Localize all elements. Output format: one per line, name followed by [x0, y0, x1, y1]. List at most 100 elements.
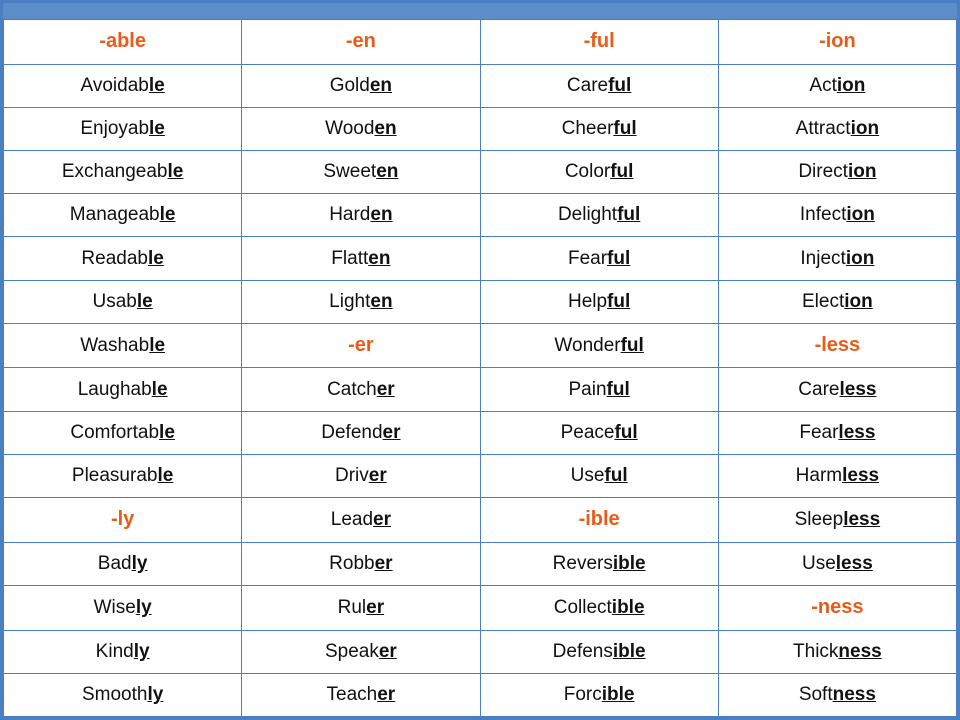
table-row: Enjoyable	[4, 107, 242, 150]
suffix-part: le	[159, 422, 175, 443]
table-row: Smoothly	[4, 673, 242, 716]
table-row: Softness	[718, 673, 956, 716]
table-row: Fearful	[480, 237, 718, 280]
table-row: Driver	[242, 454, 480, 497]
table-row: Sweeten	[242, 151, 480, 194]
suffix-part: er	[377, 379, 395, 400]
column-suffix-header: -en	[242, 20, 480, 65]
suffix-part: ful	[607, 248, 630, 269]
table-row: Robber	[242, 542, 480, 585]
table-row: Useless	[718, 542, 956, 585]
table-row: Defender	[242, 411, 480, 454]
table-row: Delightful	[480, 194, 718, 237]
suffix-part: en	[370, 75, 392, 96]
suffix-part: ible	[613, 641, 646, 662]
suffix-part: le	[149, 75, 165, 96]
suffix-part: ion	[844, 291, 873, 312]
suffix-part: ful	[621, 335, 644, 356]
table-row: Readable	[4, 237, 242, 280]
table-row: Collectible	[480, 585, 718, 630]
table-row: Leader	[242, 498, 480, 543]
suffix-part: ion	[846, 204, 875, 225]
header	[3, 3, 957, 19]
inline-suffix-header: -ness	[718, 585, 956, 630]
suffix-part: ful	[610, 161, 633, 182]
table-wrapper: -able-en-ful-ionAvoidableGoldenCarefulAc…	[3, 19, 957, 717]
suffix-part: er	[383, 422, 401, 443]
table-row: Flatten	[242, 237, 480, 280]
table-row: Kindly	[4, 630, 242, 673]
suffix-part: less	[838, 422, 875, 443]
table-row: Avoidable	[4, 64, 242, 107]
suffix-part: less	[842, 465, 879, 486]
suffix-part: le	[149, 335, 165, 356]
table-row: Defensible	[480, 630, 718, 673]
suffix-part: er	[379, 641, 397, 662]
suffix-part: er	[369, 465, 387, 486]
table-row: Reversible	[480, 542, 718, 585]
suffix-part: le	[137, 291, 153, 312]
table-row: Lighten	[242, 280, 480, 323]
suffix-part: le	[168, 161, 184, 182]
table-row: Usable	[4, 280, 242, 323]
inline-suffix-header: -ly	[4, 498, 242, 543]
table-row: Wooden	[242, 107, 480, 150]
table-row: Speaker	[242, 630, 480, 673]
suffix-part: ful	[604, 465, 627, 486]
suffix-part: en	[370, 204, 392, 225]
page-container: -able-en-ful-ionAvoidableGoldenCarefulAc…	[0, 0, 960, 720]
table-row: Direction	[718, 151, 956, 194]
suffix-part: en	[370, 291, 392, 312]
table-row: Attraction	[718, 107, 956, 150]
table-row: Golden	[242, 64, 480, 107]
table-row: Election	[718, 280, 956, 323]
suffix-part: less	[836, 553, 873, 574]
inline-suffix-header: -er	[242, 323, 480, 368]
inline-suffix-header: -less	[718, 323, 956, 368]
table-row: Wisely	[4, 585, 242, 630]
suffix-part: er	[373, 509, 391, 530]
table-row: Careful	[480, 64, 718, 107]
suffix-part: en	[374, 118, 396, 139]
suffix-part: ion	[837, 75, 866, 96]
inline-suffix-header: -ible	[480, 498, 718, 543]
suffix-part: ful	[607, 379, 630, 400]
suffix-part: en	[368, 248, 390, 269]
table-row: Infection	[718, 194, 956, 237]
table-row: Peaceful	[480, 411, 718, 454]
table-row: Forcible	[480, 673, 718, 716]
suffix-part: en	[376, 161, 398, 182]
suffix-part: er	[366, 597, 384, 618]
table-row: Harden	[242, 194, 480, 237]
table-row: Exchangeable	[4, 151, 242, 194]
column-suffix-header: -able	[4, 20, 242, 65]
table-row: Wonderful	[480, 323, 718, 368]
suffix-part: le	[160, 204, 176, 225]
column-suffix-header: -ion	[718, 20, 956, 65]
suffix-part: le	[152, 379, 168, 400]
table-row: Manageable	[4, 194, 242, 237]
table-row: Thickness	[718, 630, 956, 673]
suffix-part: less	[839, 379, 876, 400]
suffix-part: ful	[614, 422, 637, 443]
suffix-part: le	[157, 465, 173, 486]
suffix-part: ion	[851, 118, 880, 139]
word-table: -able-en-ful-ionAvoidableGoldenCarefulAc…	[3, 19, 957, 717]
table-row: Careless	[718, 368, 956, 411]
table-row: Comfortable	[4, 411, 242, 454]
suffix-part: ful	[617, 204, 640, 225]
table-row: Catcher	[242, 368, 480, 411]
suffix-part: ness	[838, 641, 881, 662]
table-row: Pleasurable	[4, 454, 242, 497]
suffix-part: ly	[134, 641, 150, 662]
table-row: Helpful	[480, 280, 718, 323]
suffix-part: le	[148, 248, 164, 269]
table-row: Harmless	[718, 454, 956, 497]
column-suffix-header: -ful	[480, 20, 718, 65]
table-row: Ruler	[242, 585, 480, 630]
suffix-part: ible	[612, 597, 645, 618]
suffix-part: ly	[147, 684, 163, 705]
suffix-part: le	[149, 118, 165, 139]
suffix-part: ion	[848, 161, 877, 182]
suffix-part: er	[377, 684, 395, 705]
